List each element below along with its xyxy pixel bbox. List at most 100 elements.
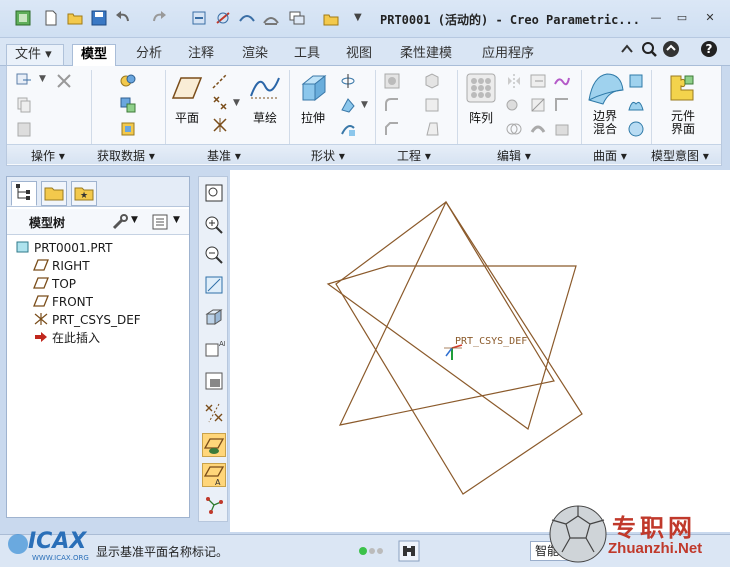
style-icon[interactable] (627, 96, 645, 114)
sweep-icon[interactable] (339, 96, 357, 114)
dropdown-icon[interactable]: ▼ (131, 215, 138, 225)
tab-flexible-modeling[interactable]: 柔性建模 (392, 44, 460, 66)
shell-icon[interactable] (423, 72, 441, 90)
chamfer-icon[interactable] (383, 120, 401, 138)
tab-tools[interactable]: 工具 (286, 44, 328, 66)
group-datum[interactable]: 基准 ▾ (207, 147, 241, 164)
folder-browser-tab[interactable] (41, 181, 67, 206)
tree-item-part[interactable]: PRT0001.PRT (15, 239, 112, 257)
view-icon[interactable] (262, 9, 280, 27)
find-icon[interactable] (398, 540, 420, 562)
favorites-tab[interactable]: ★ (71, 181, 97, 206)
group-engineering[interactable]: 工程 ▾ (397, 147, 431, 164)
project-icon[interactable] (553, 72, 571, 90)
component-interface-icon[interactable] (667, 72, 697, 102)
delete-icon[interactable] (55, 72, 73, 90)
sketch-icon[interactable] (249, 72, 281, 102)
sketch-label[interactable]: 草绘 (249, 112, 281, 125)
offset-icon[interactable] (553, 96, 571, 114)
merge-icon[interactable] (505, 96, 523, 114)
dropdown-icon[interactable]: ▼ (173, 215, 180, 225)
maximize-icon[interactable]: ▭ (674, 11, 690, 25)
extend-icon[interactable] (529, 72, 547, 90)
zoom-in-button[interactable] (202, 213, 226, 237)
regenerate-all-icon[interactable] (214, 9, 232, 27)
tree-item-right[interactable]: RIGHT (33, 257, 90, 275)
redraw-icon[interactable] (238, 9, 256, 27)
customize-icon[interactable]: ▼ (354, 12, 362, 23)
component-interface-label[interactable]: 元件 界面 (663, 110, 703, 136)
fill-icon[interactable] (627, 72, 645, 90)
settings-icon[interactable] (111, 213, 129, 231)
tab-render[interactable]: 渲染 (234, 44, 276, 66)
tree-item-top[interactable]: TOP (33, 275, 76, 293)
plane-icon[interactable] (171, 74, 203, 102)
freestyle-icon[interactable] (627, 120, 645, 138)
group-shapes[interactable]: 形状 ▾ (311, 147, 345, 164)
regenerate-icon[interactable] (15, 72, 33, 90)
dropdown-icon[interactable]: ▼ (361, 100, 368, 110)
model-tree-tab[interactable] (11, 181, 37, 206)
help-icon[interactable]: ? (700, 40, 718, 58)
save-icon[interactable] (90, 9, 108, 27)
saved-views-button[interactable]: AB (202, 337, 229, 361)
regenerate-icon[interactable] (190, 9, 208, 27)
dropdown-icon[interactable]: ▼ (39, 74, 46, 84)
datum-display-button[interactable] (202, 401, 226, 425)
extrude-label[interactable]: 拉伸 (297, 112, 329, 125)
user-defined-feature-icon[interactable] (119, 72, 137, 90)
round-icon[interactable] (383, 96, 401, 114)
community-icon[interactable] (662, 40, 680, 58)
group-model-intent[interactable]: 模型意图 ▾ (651, 147, 709, 164)
shrinkwrap-icon[interactable] (119, 120, 137, 138)
redo-icon[interactable] (150, 9, 168, 27)
csys-triad[interactable]: PRT_CSYS_DEF (444, 336, 527, 360)
show-icon[interactable] (151, 213, 169, 231)
plane-label[interactable]: 平面 (171, 112, 203, 125)
tab-file[interactable]: 文件 ▾ (6, 44, 64, 66)
solidify-icon[interactable] (553, 120, 571, 138)
tab-view[interactable]: 视图 (338, 44, 380, 66)
extrude-icon[interactable] (297, 72, 329, 104)
revolve-icon[interactable] (339, 72, 357, 90)
minimize-icon[interactable]: — (648, 11, 664, 25)
app-icon[interactable] (14, 9, 32, 27)
repaint-button[interactable] (202, 273, 226, 297)
view-manager-button[interactable] (202, 369, 226, 393)
close-icon[interactable]: ✕ (702, 11, 718, 25)
dropdown-icon[interactable]: ▼ (233, 98, 240, 108)
tree-item-csys[interactable]: PRT_CSYS_DEF (33, 311, 141, 329)
point-icon[interactable] (211, 94, 229, 112)
search-icon[interactable] (640, 40, 658, 58)
windows-icon[interactable] (288, 9, 306, 27)
plane-tag-display-button[interactable]: A (202, 463, 226, 487)
intersect-icon[interactable] (505, 120, 523, 138)
close-window-icon[interactable] (322, 9, 340, 27)
pattern-label[interactable]: 阵列 (465, 112, 497, 125)
display-style-button[interactable] (202, 305, 226, 329)
tree-item-insert-here[interactable]: 在此插入 (33, 329, 100, 347)
group-get-data[interactable]: 获取数据 ▾ (97, 147, 155, 164)
tab-applications[interactable]: 应用程序 (474, 44, 542, 66)
thicken-icon[interactable] (529, 120, 547, 138)
tab-annotate[interactable]: 注释 (180, 44, 222, 66)
hole-icon[interactable] (383, 72, 401, 90)
rib-icon[interactable] (423, 96, 441, 114)
copy-icon[interactable] (15, 96, 33, 114)
refit-button[interactable] (202, 181, 226, 205)
axis-icon[interactable] (211, 72, 229, 90)
mirror-icon[interactable] (505, 72, 523, 90)
group-surfaces[interactable]: 曲面 ▾ (593, 147, 627, 164)
swept-blend-icon[interactable] (339, 120, 357, 138)
new-icon[interactable] (42, 9, 60, 27)
group-operations[interactable]: 操作 ▾ (31, 147, 65, 164)
group-editing[interactable]: 编辑 ▾ (497, 147, 531, 164)
paste-icon[interactable] (15, 120, 33, 138)
tab-analysis[interactable]: 分析 (128, 44, 170, 66)
csys-display-button[interactable] (202, 493, 226, 517)
minimize-ribbon-icon[interactable] (618, 40, 636, 58)
pattern-icon[interactable] (465, 72, 497, 104)
datum-plane-right[interactable] (338, 200, 555, 426)
boundary-blend-label[interactable]: 边界 混合 (587, 110, 623, 136)
draft-icon[interactable] (423, 120, 441, 138)
